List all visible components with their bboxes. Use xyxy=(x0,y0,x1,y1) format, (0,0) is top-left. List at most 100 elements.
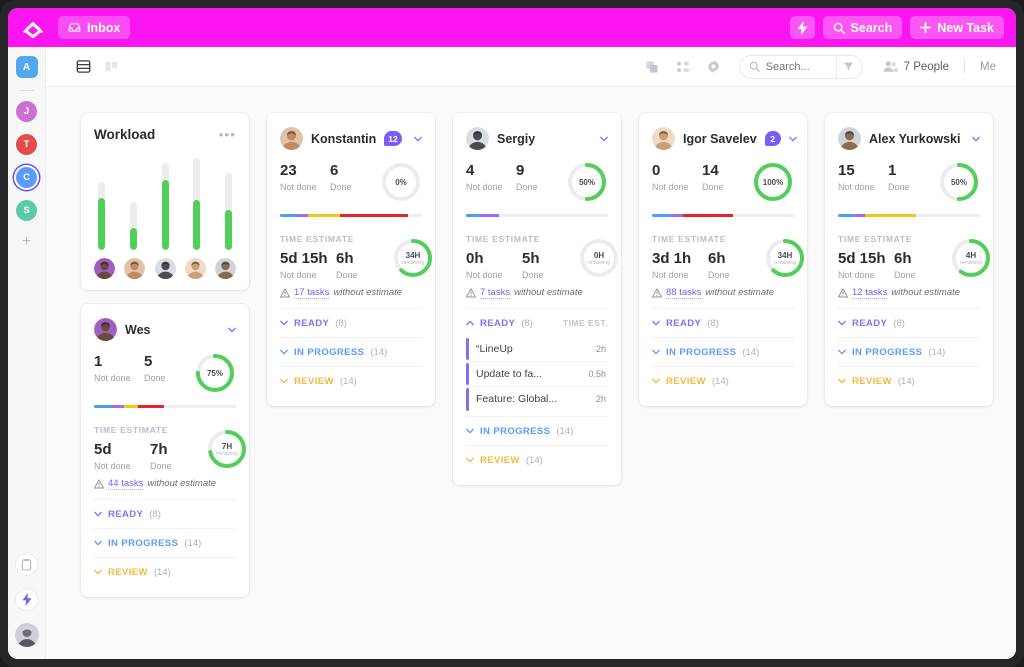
avatar[interactable] xyxy=(652,127,675,150)
time-estimate-block: TIME ESTIMATE 5d Not done 7h Done 7H xyxy=(94,414,236,471)
section-header-rev[interactable]: REVIEW (14) xyxy=(94,557,236,586)
avatar[interactable] xyxy=(15,623,39,647)
without-estimate-warning: 17 tasks without estimate xyxy=(280,287,422,299)
section-header-ready[interactable]: READY (8) xyxy=(94,499,236,528)
inbox-button[interactable]: Inbox xyxy=(58,16,130,39)
workload-member-avatar[interactable] xyxy=(185,258,206,279)
done-label: Done xyxy=(702,182,752,192)
search-input-container[interactable] xyxy=(739,55,863,79)
sidebar-space-j[interactable]: J xyxy=(16,101,37,122)
time-estimate-block: TIME ESTIMATE 3d 1h Not done 6h Done xyxy=(652,223,794,280)
warning-triangle-icon xyxy=(466,288,476,298)
completion-donut: 50% xyxy=(938,161,980,203)
donut-value: 7H xyxy=(222,442,232,451)
tasks-without-estimate-link[interactable]: 7 tasks xyxy=(480,287,510,299)
without-estimate-warning: 88 tasks without estimate xyxy=(652,287,794,299)
sidebar-space-c[interactable]: C xyxy=(16,167,37,188)
task-row[interactable]: Update to fa... 0.5h xyxy=(466,362,608,387)
me-filter-button[interactable]: Me xyxy=(980,61,996,73)
filter-icon[interactable] xyxy=(836,56,860,78)
section-header-rev[interactable]: REVIEW (14) xyxy=(652,366,794,395)
stat-not-done: 23 Not done xyxy=(280,163,330,192)
chevron-down-icon xyxy=(652,378,660,384)
people-filter-button[interactable]: 7 People xyxy=(883,60,949,73)
subtasks-icon[interactable] xyxy=(673,57,693,77)
collapse-chevron-icon[interactable] xyxy=(414,136,422,142)
task-counts: 1 Not done 5 Done 75% xyxy=(94,354,236,394)
section-header-ready[interactable]: READY (8) xyxy=(280,308,422,337)
list-view-icon[interactable] xyxy=(72,56,94,78)
left-sidebar-rail: A J T C S + xyxy=(8,47,46,659)
workload-bar xyxy=(130,158,137,250)
task-row[interactable]: Feature: Global... 2h xyxy=(466,387,608,412)
collapse-chevron-icon[interactable] xyxy=(789,136,797,142)
quick-action-bolt-button[interactable] xyxy=(790,16,815,39)
tasks-without-estimate-link[interactable]: 17 tasks xyxy=(294,287,329,299)
task-row[interactable]: “LineUp 2h xyxy=(466,337,608,362)
member-card-header: Konstantin 12 xyxy=(280,127,422,150)
sidebar-add-space-button[interactable]: + xyxy=(22,234,31,250)
te-done-value: 6h xyxy=(336,251,392,267)
avatar[interactable] xyxy=(838,127,861,150)
lightning-bolt-icon[interactable] xyxy=(15,588,38,611)
done-count: 6 xyxy=(330,163,380,179)
copy-icon[interactable] xyxy=(642,57,662,77)
section-label: REVIEW xyxy=(666,376,706,387)
not-done-label: Not done xyxy=(838,182,888,192)
donut-label: 34H remaining xyxy=(764,237,806,279)
avatar[interactable] xyxy=(466,127,489,150)
section-header-prog[interactable]: IN PROGRESS (14) xyxy=(838,337,980,366)
notification-badge[interactable]: 2 xyxy=(765,131,781,146)
section-header-ready[interactable]: READY (8) xyxy=(838,308,980,337)
gear-icon[interactable] xyxy=(704,57,724,77)
status-sections: READY (8) IN PROGRESS (14) REVIEW (14) xyxy=(652,308,794,395)
avatar[interactable] xyxy=(94,318,117,341)
tasks-without-estimate-link[interactable]: 12 tasks xyxy=(852,287,887,299)
te-not-done-label: Not done xyxy=(94,461,150,471)
new-task-button[interactable]: New Task xyxy=(910,16,1004,39)
section-header-prog[interactable]: IN PROGRESS (14) xyxy=(652,337,794,366)
collapse-chevron-icon[interactable] xyxy=(228,327,236,333)
workload-member-avatar[interactable] xyxy=(124,258,145,279)
sidebar-space-s[interactable]: S xyxy=(16,200,37,221)
board-view-icon[interactable] xyxy=(100,56,122,78)
not-done-label: Not done xyxy=(652,182,702,192)
more-options-icon[interactable]: ••• xyxy=(219,127,236,142)
workload-member-avatar[interactable] xyxy=(155,258,176,279)
section-header-rev[interactable]: REVIEW (14) xyxy=(838,366,980,395)
tasks-without-estimate-link[interactable]: 44 tasks xyxy=(108,478,143,490)
tasks-without-estimate-link[interactable]: 88 tasks xyxy=(666,287,701,299)
without-estimate-label: without estimate xyxy=(333,287,402,298)
sidebar-space-t[interactable]: T xyxy=(16,134,37,155)
collapse-chevron-icon[interactable] xyxy=(600,136,608,142)
collapse-chevron-icon[interactable] xyxy=(972,136,980,142)
section-header-rev[interactable]: REVIEW (14) xyxy=(466,445,608,474)
member-card-konstantin: Konstantin 12 23 Not done 6 Done 0% xyxy=(267,113,435,406)
stat-te-done: 6h Done xyxy=(708,251,764,280)
member-card-igor: Igor Savelev 2 0 Not done 14 Done 100% xyxy=(639,113,807,406)
notification-badge[interactable]: 12 xyxy=(384,131,401,146)
workload-member-avatar[interactable] xyxy=(94,258,115,279)
top-navigation-bar: Inbox Search New Task xyxy=(8,8,1016,47)
section-header-prog[interactable]: IN PROGRESS (14) xyxy=(280,337,422,366)
workload-member-avatar[interactable] xyxy=(215,258,236,279)
clipboard-icon[interactable] xyxy=(15,553,38,576)
section-header-ready[interactable]: READY (8) xyxy=(652,308,794,337)
completion-donut: 75% xyxy=(194,352,236,394)
clickup-logo-icon[interactable] xyxy=(20,15,46,41)
section-header-prog[interactable]: IN PROGRESS (14) xyxy=(466,416,608,445)
te-not-done-label: Not done xyxy=(652,270,708,280)
search-button[interactable]: Search xyxy=(823,16,903,39)
section-header-prog[interactable]: IN PROGRESS (14) xyxy=(94,528,236,557)
without-estimate-label: without estimate xyxy=(147,478,216,489)
section-header-rev[interactable]: REVIEW (14) xyxy=(280,366,422,395)
section-count: (14) xyxy=(340,376,357,387)
stat-te-done: 7h Done xyxy=(150,442,206,471)
avatar[interactable] xyxy=(280,127,303,150)
task-estimate: 2h xyxy=(596,394,606,404)
sidebar-workspace-a[interactable]: A xyxy=(16,56,38,78)
plus-icon xyxy=(920,22,931,33)
done-count: 1 xyxy=(888,163,938,179)
search-input[interactable] xyxy=(766,61,830,73)
section-header-ready[interactable]: READY (8) TIME EST. xyxy=(466,308,608,337)
